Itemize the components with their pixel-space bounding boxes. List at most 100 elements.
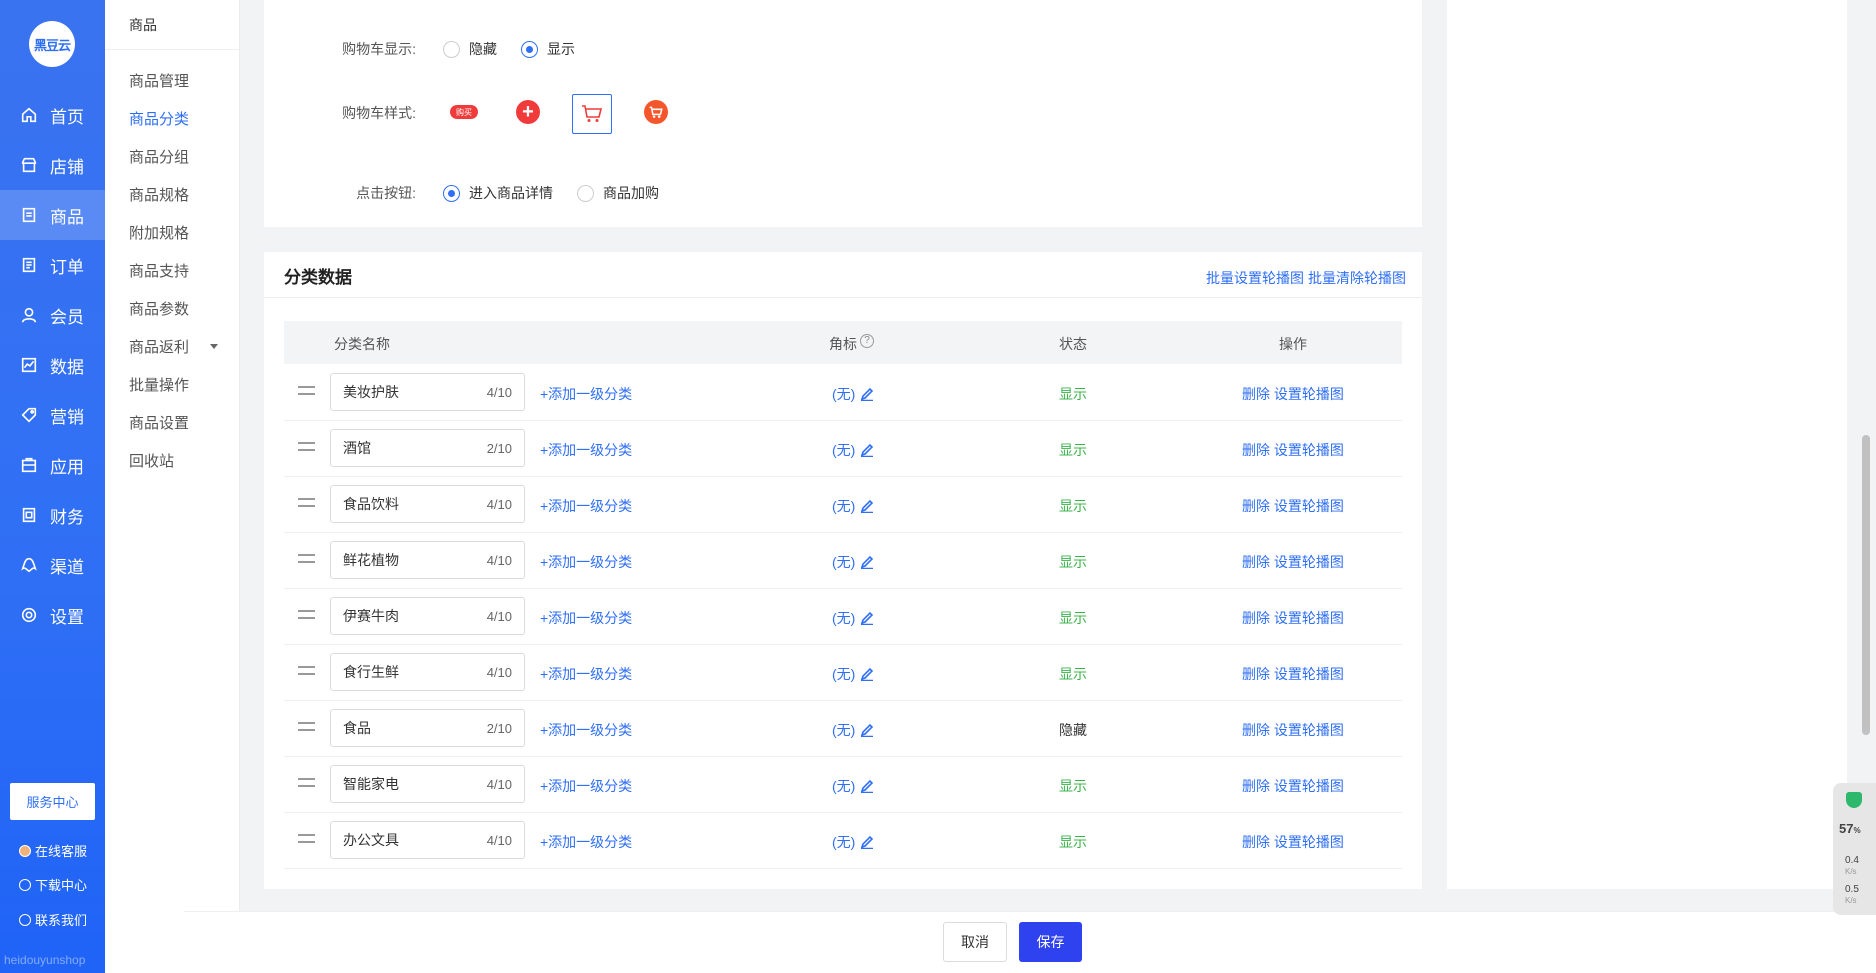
delete-link[interactable]: 删除	[1242, 778, 1270, 794]
save-button[interactable]: 保存	[1019, 922, 1082, 962]
nav-item-channel[interactable]: 渠道	[0, 540, 105, 590]
batch-set-carousel-link[interactable]: 批量设置轮播图	[1206, 268, 1304, 288]
edit-icon[interactable]	[860, 611, 874, 625]
brand-logo[interactable]: 黑豆云	[29, 21, 75, 67]
add-category-link[interactable]: +添加一级分类	[540, 776, 632, 796]
status-text[interactable]: 显示	[1059, 384, 1087, 404]
nav-item-finance[interactable]: 财务	[0, 490, 105, 540]
drag-handle-icon[interactable]	[298, 442, 315, 451]
submenu-item-goods-settings[interactable]: 商品设置	[129, 412, 189, 433]
category-name-input[interactable]: 食品 2/10	[330, 709, 525, 747]
cart-style-plus-icon[interactable]: +	[516, 100, 540, 124]
submenu-item-goods-category[interactable]: 商品分类	[129, 108, 189, 129]
click-add-cart-radio[interactable]: 商品加购	[577, 183, 659, 203]
submenu-item-extra-spec[interactable]: 附加规格	[129, 222, 189, 243]
set-carousel-link[interactable]: 设置轮播图	[1274, 554, 1344, 570]
status-text[interactable]: 显示	[1059, 832, 1087, 852]
cart-style-buy-badge[interactable]: 购买	[450, 105, 478, 119]
set-carousel-link[interactable]: 设置轮播图	[1274, 722, 1344, 738]
scrollbar[interactable]	[1862, 435, 1870, 735]
service-center-button[interactable]: 服务中心	[10, 783, 95, 820]
delete-link[interactable]: 删除	[1242, 386, 1270, 402]
edit-icon[interactable]	[860, 779, 874, 793]
drag-handle-icon[interactable]	[298, 386, 315, 395]
submenu-item-goods-manage[interactable]: 商品管理	[129, 70, 189, 91]
add-category-link[interactable]: +添加一级分类	[540, 832, 632, 852]
add-category-link[interactable]: +添加一级分类	[540, 552, 632, 572]
help-icon[interactable]: ?	[860, 334, 874, 348]
status-text[interactable]: 显示	[1059, 552, 1087, 572]
category-name-input[interactable]: 食品饮料 4/10	[330, 485, 525, 523]
badge-value[interactable]: (无)	[832, 720, 874, 740]
category-name-input[interactable]: 伊赛牛肉 4/10	[330, 597, 525, 635]
nav-item-settings[interactable]: 设置	[0, 590, 105, 640]
online-service-link[interactable]: 在线客服	[19, 841, 87, 860]
delete-link[interactable]: 删除	[1242, 666, 1270, 682]
delete-link[interactable]: 删除	[1242, 498, 1270, 514]
edit-icon[interactable]	[860, 723, 874, 737]
badge-value[interactable]: (无)	[832, 440, 874, 460]
nav-item-order[interactable]: 订单	[0, 240, 105, 290]
edit-icon[interactable]	[860, 499, 874, 513]
category-name-input[interactable]: 智能家电 4/10	[330, 765, 525, 803]
add-category-link[interactable]: +添加一级分类	[540, 720, 632, 740]
cancel-button[interactable]: 取消	[943, 922, 1007, 962]
submenu-item-goods-group[interactable]: 商品分组	[129, 146, 189, 167]
edit-icon[interactable]	[860, 387, 874, 401]
status-text[interactable]: 显示	[1059, 440, 1087, 460]
cart-style-cart-outline[interactable]	[572, 94, 612, 134]
delete-link[interactable]: 删除	[1242, 610, 1270, 626]
badge-value[interactable]: (无)	[832, 832, 874, 852]
category-name-input[interactable]: 办公文具 4/10	[330, 821, 525, 859]
drag-handle-icon[interactable]	[298, 722, 315, 731]
set-carousel-link[interactable]: 设置轮播图	[1274, 834, 1344, 850]
nav-item-store[interactable]: 店铺	[0, 140, 105, 190]
add-category-link[interactable]: +添加一级分类	[540, 440, 632, 460]
click-enter-detail-radio[interactable]: 进入商品详情	[443, 183, 553, 203]
delete-link[interactable]: 删除	[1242, 442, 1270, 458]
drag-handle-icon[interactable]	[298, 834, 315, 843]
cart-display-show-radio[interactable]: 显示	[521, 39, 575, 59]
edit-icon[interactable]	[860, 443, 874, 457]
set-carousel-link[interactable]: 设置轮播图	[1274, 442, 1344, 458]
status-text[interactable]: 显示	[1059, 664, 1087, 684]
set-carousel-link[interactable]: 设置轮播图	[1274, 498, 1344, 514]
submenu-item-goods-support[interactable]: 商品支持	[129, 260, 189, 281]
nav-item-home[interactable]: 首页	[0, 90, 105, 140]
badge-value[interactable]: (无)	[832, 384, 874, 404]
network-monitor-widget[interactable]: 57% 0.4 K/s 0.5 K/s	[1833, 783, 1876, 915]
nav-item-goods[interactable]: 商品	[0, 190, 105, 240]
status-text[interactable]: 显示	[1059, 776, 1087, 796]
add-category-link[interactable]: +添加一级分类	[540, 608, 632, 628]
edit-icon[interactable]	[860, 835, 874, 849]
submenu-item-goods-params[interactable]: 商品参数	[129, 298, 189, 319]
batch-clear-carousel-link[interactable]: 批量清除轮播图	[1308, 268, 1406, 288]
nav-item-member[interactable]: 会员	[0, 290, 105, 340]
category-name-input[interactable]: 鲜花植物 4/10	[330, 541, 525, 579]
submenu-item-batch-ops[interactable]: 批量操作	[129, 374, 189, 395]
nav-item-marketing[interactable]: 营销	[0, 390, 105, 440]
badge-value[interactable]: (无)	[832, 664, 874, 684]
badge-value[interactable]: (无)	[832, 496, 874, 516]
drag-handle-icon[interactable]	[298, 666, 315, 675]
set-carousel-link[interactable]: 设置轮播图	[1274, 610, 1344, 626]
badge-value[interactable]: (无)	[832, 776, 874, 796]
set-carousel-link[interactable]: 设置轮播图	[1274, 778, 1344, 794]
drag-handle-icon[interactable]	[298, 778, 315, 787]
nav-item-apps[interactable]: 应用	[0, 440, 105, 490]
status-text[interactable]: 显示	[1059, 608, 1087, 628]
submenu-item-recycle-bin[interactable]: 回收站	[129, 450, 174, 471]
chevron-down-icon[interactable]	[210, 344, 218, 349]
edit-icon[interactable]	[860, 555, 874, 569]
status-text[interactable]: 隐藏	[1059, 720, 1087, 740]
submenu-item-goods-spec[interactable]: 商品规格	[129, 184, 189, 205]
delete-link[interactable]: 删除	[1242, 834, 1270, 850]
drag-handle-icon[interactable]	[298, 610, 315, 619]
badge-value[interactable]: (无)	[832, 608, 874, 628]
contact-us-link[interactable]: 联系我们	[19, 910, 87, 929]
badge-value[interactable]: (无)	[832, 552, 874, 572]
status-text[interactable]: 显示	[1059, 496, 1087, 516]
nav-item-data[interactable]: 数据	[0, 340, 105, 390]
set-carousel-link[interactable]: 设置轮播图	[1274, 386, 1344, 402]
submenu-item-goods-rebate[interactable]: 商品返利	[129, 336, 189, 357]
